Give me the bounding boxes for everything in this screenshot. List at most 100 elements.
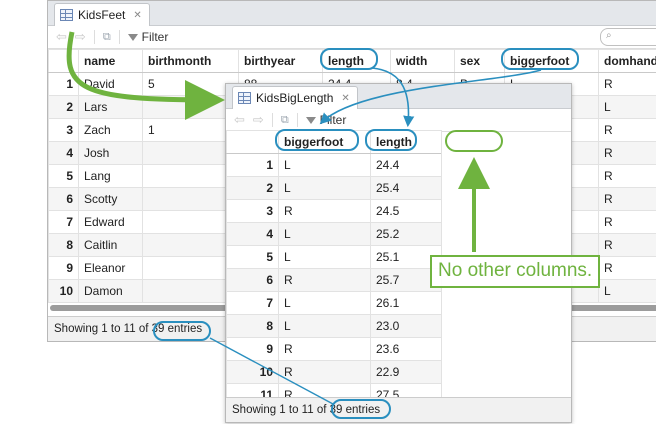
cell-name: Damon (78, 279, 143, 303)
cell-length: 23.6 (370, 337, 442, 361)
cell-biggerfoot: L (278, 291, 371, 315)
filter-label: Filter (141, 30, 169, 44)
toolbar-divider (271, 113, 273, 127)
column-header-domhand[interactable]: domhand (598, 49, 656, 73)
cell-domhand: R (598, 210, 656, 234)
cell-domhand: R (598, 256, 656, 280)
cell-domhand: L (598, 279, 656, 303)
grid-icon (60, 9, 73, 21)
cell-domhand: R (598, 187, 656, 211)
arrow-left-icon[interactable]: ⇦ (234, 112, 245, 128)
cell-biggerfoot: L (278, 222, 371, 246)
column-header-birthmonth[interactable]: birthmonth (142, 49, 239, 73)
cell-name: Zach (78, 118, 143, 142)
cell-name: Eleanor (78, 256, 143, 280)
cell-biggerfoot: R (278, 360, 371, 384)
cell-length: 22.9 (370, 360, 442, 384)
highlight-entries-win1 (153, 321, 211, 341)
row-number-header[interactable] (48, 49, 79, 73)
table-row[interactable]: 7 L 26.1 (226, 291, 442, 315)
row-number: 7 (226, 291, 279, 315)
search-input[interactable]: ⌕ (600, 28, 656, 46)
footer-prefix: Showing 1 to 11 of (54, 323, 149, 335)
close-icon[interactable]: ✕ (133, 10, 141, 21)
row-number: 9 (48, 256, 79, 280)
cell-length: 26.1 (370, 291, 442, 315)
row-number: 2 (48, 95, 79, 119)
cell-name: Edward (78, 210, 143, 234)
grid-icon (238, 92, 251, 104)
cell-name: Josh (78, 141, 143, 165)
cell-domhand: R (598, 118, 656, 142)
cell-name: Caitlin (78, 233, 143, 257)
arrow-right-icon[interactable]: ⇨ (253, 112, 264, 128)
arrow-right-icon[interactable]: ⇨ (75, 29, 86, 45)
row-number-header[interactable] (226, 130, 279, 154)
table-row[interactable]: 3 R 24.5 (226, 199, 442, 223)
highlight-length-header (320, 48, 378, 70)
row-number: 3 (226, 199, 279, 223)
funnel-icon (127, 33, 138, 41)
table-footer: Showing 1 to 11 of 39 entries (226, 397, 571, 422)
row-number: 7 (48, 210, 79, 234)
cell-biggerfoot: R (278, 337, 371, 361)
tab-title: KidsBigLength (256, 91, 334, 105)
toolbar: ⇦ ⇨ ⧉ Filter ⌕ (48, 26, 656, 49)
cell-name: Lars (78, 95, 143, 119)
highlight-biggerfoot-header-2 (275, 129, 359, 151)
cell-biggerfoot: L (278, 245, 371, 269)
filter-button[interactable]: Filter (127, 30, 169, 44)
cell-name: David (78, 72, 143, 96)
cell-length: 24.5 (370, 199, 442, 223)
highlight-biggerfoot-header (501, 48, 579, 70)
tab-kidsbiglength[interactable]: KidsBigLength ✕ (232, 86, 358, 109)
table-row[interactable]: 4 L 25.2 (226, 222, 442, 246)
cell-domhand: R (598, 233, 656, 257)
row-number: 8 (48, 233, 79, 257)
tab-kidsfeet[interactable]: KidsFeet ✕ (54, 3, 150, 26)
cell-biggerfoot: L (278, 176, 371, 200)
cell-domhand: R (598, 141, 656, 165)
table-row[interactable]: 9 R 23.6 (226, 337, 442, 361)
toolbar-divider (296, 113, 298, 127)
row-number: 8 (226, 314, 279, 338)
footer-prefix: Showing 1 to 11 of (232, 404, 327, 416)
row-number: 5 (48, 164, 79, 188)
cell-name: Scotty (78, 187, 143, 211)
filter-button[interactable]: Filter (305, 113, 346, 127)
cell-length: 25.4 (370, 176, 442, 200)
table-row[interactable]: 6 R 25.7 (226, 268, 442, 292)
cell-biggerfoot: L (278, 314, 371, 338)
popout-icon[interactable]: ⧉ (281, 114, 289, 127)
row-number: 3 (48, 118, 79, 142)
row-number: 9 (226, 337, 279, 361)
column-header-width[interactable]: width (390, 49, 455, 73)
cell-domhand: L (598, 95, 656, 119)
row-number: 6 (48, 187, 79, 211)
column-header-name[interactable]: name (78, 49, 143, 73)
kidsbiglength-table: biggerfoot length 1 L 24.4 2 L 25.4 3 R 24.5 4 L 25.… (226, 130, 442, 407)
column-header-birthyear[interactable]: birthyear (238, 49, 323, 73)
cell-length: 25.2 (370, 222, 442, 246)
popout-icon[interactable]: ⧉ (103, 31, 111, 44)
close-icon[interactable]: ✕ (341, 93, 349, 104)
toolbar-divider (118, 30, 120, 44)
column-header-sex[interactable]: sex (454, 49, 505, 73)
row-number: 4 (48, 141, 79, 165)
row-number: 10 (226, 360, 279, 384)
cell-domhand: R (598, 164, 656, 188)
toolbar-divider (93, 30, 95, 44)
arrow-left-icon[interactable]: ⇦ (56, 29, 67, 45)
row-number: 2 (226, 176, 279, 200)
table-row[interactable]: 2 L 25.4 (226, 176, 442, 200)
cell-domhand: R (598, 72, 656, 96)
table-row[interactable]: 1 L 24.4 (226, 153, 442, 177)
no-other-columns-callout: No other columns. (430, 255, 601, 288)
tab-bar: KidsFeet ✕ (48, 1, 656, 26)
row-number: 6 (226, 268, 279, 292)
table-row[interactable]: 8 L 23.0 (226, 314, 442, 338)
table-row[interactable]: 10 R 22.9 (226, 360, 442, 384)
highlight-length-header-2 (365, 129, 417, 151)
table-row[interactable]: 5 L 25.1 (226, 245, 442, 269)
cell-name: Lang (78, 164, 143, 188)
